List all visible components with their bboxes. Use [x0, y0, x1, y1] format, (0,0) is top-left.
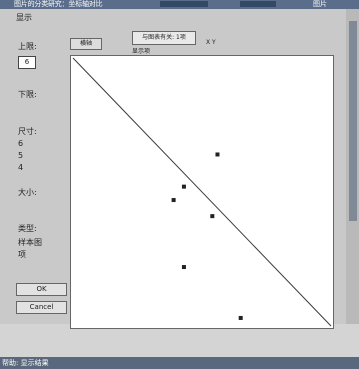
size-option-a[interactable]: 6: [18, 139, 23, 148]
data-point[interactable]: [215, 152, 220, 157]
dialog-title: 显示: [16, 13, 32, 22]
size-option-c[interactable]: 4: [18, 163, 23, 172]
coordinate-labels: X Y: [206, 39, 216, 46]
display-option-text[interactable]: 显示项: [132, 46, 150, 55]
lower-limit-label: 下限:: [18, 90, 37, 99]
type-value-line1: 样本图: [18, 238, 42, 247]
data-point[interactable]: [171, 198, 176, 203]
type-label: 类型:: [18, 224, 37, 233]
scale-label: 大小:: [18, 188, 37, 197]
status-text: 帮助: 显示结果: [2, 359, 49, 367]
axis-select-box[interactable]: 横轴: [70, 38, 102, 50]
options-panel: 上限: 6 下限: 尺寸: 6 5 4 大小: 类型: 样本图 项 OK Can…: [14, 39, 67, 327]
data-point[interactable]: [238, 315, 243, 320]
title-bar-segment: [160, 1, 208, 7]
data-point[interactable]: [210, 214, 215, 219]
upper-limit-label: 上限:: [18, 42, 37, 51]
scrollbar-thumb[interactable]: [349, 21, 357, 221]
title-bar-segment: [240, 1, 276, 7]
size-option-b[interactable]: 5: [18, 151, 23, 160]
cancel-button[interactable]: Cancel: [16, 301, 67, 314]
data-point[interactable]: [181, 265, 186, 270]
series-dropdown[interactable]: 与图表有关: 1项: [132, 31, 196, 45]
type-value-line2: 项: [18, 250, 26, 259]
right-scrollbar[interactable]: [346, 9, 359, 324]
status-bar: 帮助: 显示结果: [0, 357, 359, 369]
reference-line: [72, 57, 332, 327]
title-bar: 图片的分类研究：坐标轴对比 图片: [0, 0, 359, 9]
window-title-text: 图片的分类研究：坐标轴对比: [14, 0, 103, 8]
title-bar-right-label: 图片: [313, 0, 327, 8]
plot-toolbar: 横轴 与图表有关: 1项 显示项 X Y: [66, 31, 332, 55]
scatter-plot-svg: [72, 57, 332, 327]
upper-limit-field[interactable]: 6: [18, 56, 36, 69]
scatter-plot-area[interactable]: [70, 55, 334, 329]
ok-button[interactable]: OK: [16, 283, 67, 296]
data-point[interactable]: [181, 184, 186, 189]
size-label: 尺寸:: [18, 127, 37, 136]
